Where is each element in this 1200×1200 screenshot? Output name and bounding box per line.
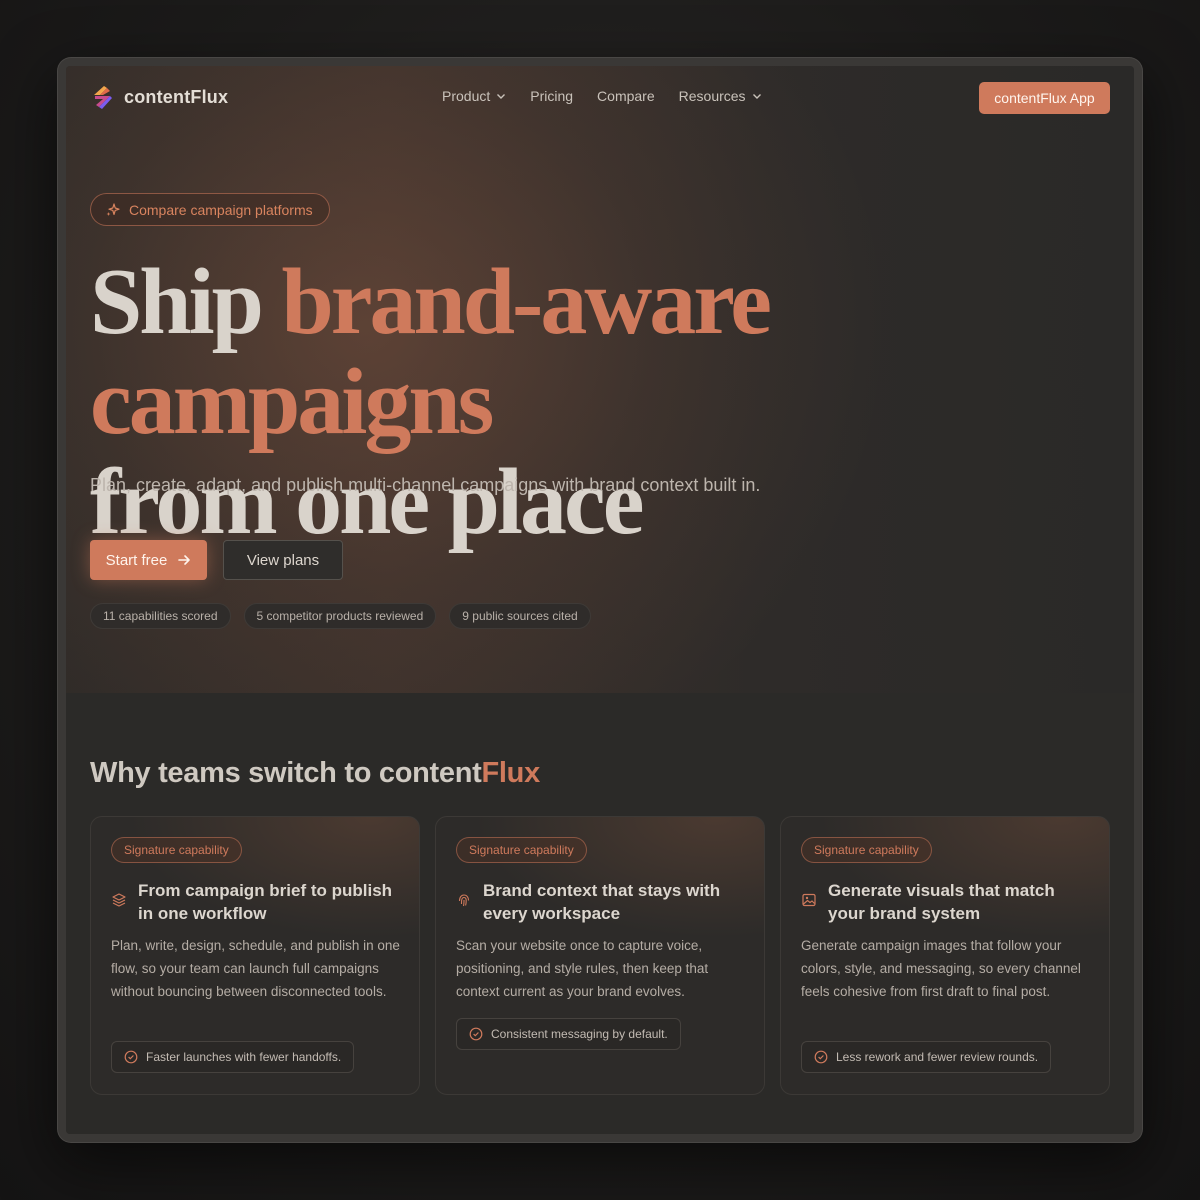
check-circle-icon xyxy=(469,1027,483,1041)
features-section: Why teams switch to contentFlux Signatur… xyxy=(66,693,1134,1134)
arrow-right-icon xyxy=(178,555,191,565)
bolt-logo-icon xyxy=(94,86,112,109)
logo[interactable]: contentFlux xyxy=(90,83,228,111)
nav-item-pricing[interactable]: Pricing xyxy=(530,88,573,104)
benefit-chip: Consistent messaging by default. xyxy=(456,1018,681,1050)
headline-tail: from one place xyxy=(90,450,644,554)
nav-item-label: Compare xyxy=(597,88,655,104)
stat-pill: 5 competitor products reviewed xyxy=(243,603,437,629)
card-title: Brand context that stays with every work… xyxy=(483,881,721,923)
fingerprint-icon xyxy=(458,894,470,907)
benefit-chip: Faster launches with fewer handoffs. xyxy=(111,1041,355,1073)
nav-item-compare[interactable]: Compare xyxy=(597,88,655,104)
chevron-down-icon xyxy=(497,94,506,99)
badge-label: Compare campaign platforms xyxy=(129,201,313,218)
nav-item-resources[interactable]: Resources xyxy=(679,88,762,104)
section-title-accent: Flux xyxy=(481,757,541,789)
stat-pill: 9 public sources cited xyxy=(449,603,591,629)
layers-icon xyxy=(112,893,126,907)
capability-badge: Signature capability xyxy=(801,837,932,863)
start-free-button[interactable]: Start free xyxy=(90,540,207,580)
section-title-lead: Why teams switch to content xyxy=(90,757,482,789)
feature-card: Signature capability Generate visuals th… xyxy=(780,816,1110,1095)
capability-badge: Signature capability xyxy=(456,837,587,863)
feature-card: Signature capability From campaign brief… xyxy=(90,816,420,1095)
hero-subheadline: Plan, create, adapt, and publish multi-c… xyxy=(90,475,761,495)
open-app-button[interactable]: contentFlux App xyxy=(979,82,1110,114)
benefit-text: Faster launches with fewer handoffs. xyxy=(146,1050,342,1064)
nav-item-label: Pricing xyxy=(530,88,574,104)
hero-section: contentFlux Product Pricing Compare Reso… xyxy=(66,66,1134,693)
benefit-text: Consistent messaging by default. xyxy=(491,1027,668,1041)
nav-item-label: Resources xyxy=(678,88,746,104)
check-circle-icon xyxy=(814,1050,828,1064)
stat-pill: 11 capabilities scored xyxy=(90,603,231,629)
card-body: Generate campaign images that follow you… xyxy=(801,938,1081,999)
stats-row: 11 capabilities scored 5 competitor prod… xyxy=(90,603,591,629)
capability-badge: Signature capability xyxy=(111,837,242,863)
card-body: Scan your website once to capture voice,… xyxy=(456,938,709,999)
card-title: Generate visuals that match your brand s… xyxy=(828,881,1055,923)
card-body: Plan, write, design, schedule, and publi… xyxy=(111,938,400,999)
nav-links: Product Pricing Compare Resources xyxy=(442,88,762,104)
top-nav: contentFlux Product Pricing Compare Reso… xyxy=(66,66,1134,130)
benefit-chip: Less rework and fewer review rounds. xyxy=(801,1041,1052,1073)
nav-item-label: Product xyxy=(442,88,491,104)
section-title: Why teams switch to contentFlux xyxy=(90,757,540,790)
browser-viewport: contentFlux Product Pricing Compare Reso… xyxy=(66,66,1134,1134)
chevron-down-icon xyxy=(752,94,761,99)
check-circle-icon xyxy=(124,1050,138,1064)
nav-item-product[interactable]: Product xyxy=(442,88,506,104)
image-icon xyxy=(802,893,816,907)
headline-lead: Ship xyxy=(90,250,282,354)
feature-card: Signature capability Brand context that … xyxy=(435,816,765,1095)
card-title: From campaign brief to publish in one wo… xyxy=(138,881,393,923)
benefit-text: Less rework and fewer review rounds. xyxy=(836,1050,1039,1064)
hero-headline: Ship brand-aware campaigns from one plac… xyxy=(90,252,1090,552)
logo-text: contentFlux xyxy=(124,86,229,107)
compare-platforms-badge[interactable]: Compare campaign platforms xyxy=(90,193,330,226)
start-free-label: Start free xyxy=(105,551,168,569)
view-plans-button[interactable]: View plans xyxy=(223,540,343,580)
sparkles-icon xyxy=(106,202,120,216)
